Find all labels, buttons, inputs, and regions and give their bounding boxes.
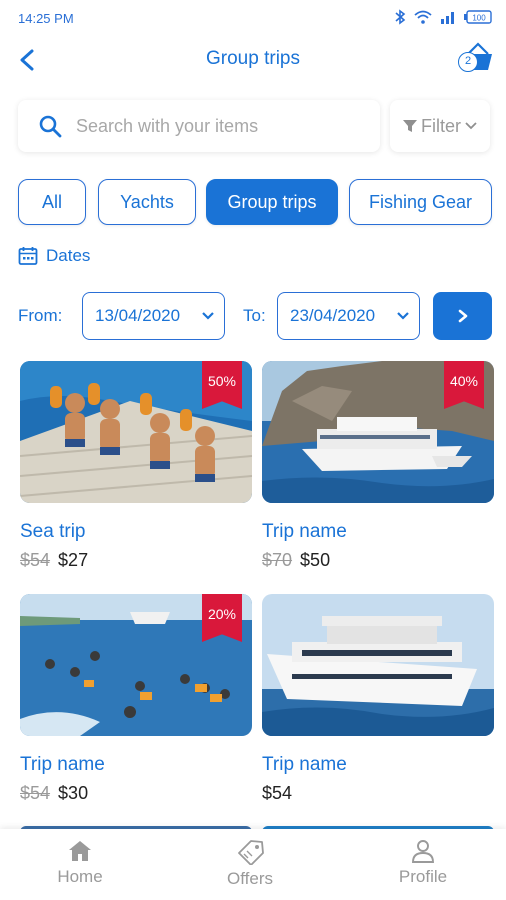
apply-dates-button[interactable] (433, 292, 492, 340)
old-price: $54 (20, 550, 51, 570)
trip-card[interactable]: 20% Trip name $54 $30 (20, 594, 252, 805)
tab-label: Fishing Gear (368, 191, 473, 212)
chevron-down-icon (397, 312, 409, 320)
trip-card[interactable]: 50% Sea trip $54 $27 (20, 361, 252, 572)
cart-count-badge: 2 (458, 52, 478, 72)
search-icon (39, 115, 62, 138)
trip-title: Sea trip (20, 521, 86, 542)
price-row: $54 (262, 783, 494, 805)
trip-image: 50% (20, 361, 252, 503)
from-label: From: (18, 306, 63, 325)
search-box (18, 100, 380, 152)
price-row: $54 $30 (20, 783, 252, 805)
search-input[interactable] (76, 113, 366, 139)
trip-title: Trip name (262, 754, 347, 775)
page-title: Group trips (206, 48, 300, 69)
dates-toggle[interactable]: Dates (18, 246, 90, 266)
offers-tag-icon (238, 840, 264, 865)
price-row: $70 $50 (262, 550, 494, 572)
bottom-navigation: Home Offers Profile (0, 829, 506, 900)
wifi-icon (414, 10, 432, 24)
chevron-down-icon (465, 122, 477, 130)
status-bar: 14:25 PM 100 (0, 0, 506, 36)
chevron-down-icon (202, 312, 214, 320)
nav-label: Offers (227, 869, 273, 888)
current-price: $50 (300, 550, 331, 570)
date-range: From: 13/04/2020 To: 23/04/2020 (18, 292, 492, 340)
signal-icon (441, 12, 454, 24)
filter-button[interactable]: Filter (390, 100, 490, 152)
old-price: $70 (262, 550, 293, 570)
price-row: $54 $27 (20, 550, 252, 572)
dates-label: Dates (46, 246, 91, 265)
cart-button[interactable]: 2 (454, 40, 494, 76)
trip-title: Trip name (262, 521, 347, 542)
trip-image: 40% (262, 361, 494, 503)
status-icons: 100 (394, 9, 492, 25)
status-time: 14:25 PM (18, 11, 74, 26)
tab-all[interactable]: All (18, 179, 86, 225)
current-price: $27 (58, 550, 89, 570)
to-label: To: (243, 306, 266, 325)
nav-label: Profile (398, 867, 448, 886)
filter-icon (403, 120, 417, 132)
battery-icon: 100 (464, 10, 492, 24)
trip-image: 20% (20, 594, 252, 736)
nav-home[interactable]: Home (20, 839, 140, 887)
nav-profile[interactable]: Profile (363, 839, 483, 887)
tab-yachts[interactable]: Yachts (98, 179, 196, 225)
trip-grid: 50% Sea trip $54 $27 40% Trip name $70 $… (0, 361, 506, 829)
app-header: Group trips 2 (0, 36, 506, 84)
home-icon (69, 841, 91, 861)
tab-group-trips[interactable]: Group trips (206, 179, 338, 225)
trip-image (262, 594, 494, 736)
calendar-icon (18, 247, 38, 265)
nav-label: Home (57, 867, 103, 886)
svg-text:100: 100 (472, 14, 486, 23)
tab-label: Yachts (120, 191, 174, 212)
trip-title: Trip name (20, 754, 105, 775)
from-date-select[interactable]: 13/04/2020 (82, 292, 225, 340)
trip-card[interactable]: 40% Trip name $70 $50 (262, 361, 494, 572)
tab-fishing-gear[interactable]: Fishing Gear (349, 179, 492, 225)
current-price: $30 (58, 783, 89, 803)
tab-label: All (41, 191, 62, 212)
tab-label: Group trips (227, 191, 317, 212)
to-date-select[interactable]: 23/04/2020 (277, 292, 420, 340)
trip-card[interactable]: Trip name $54 (262, 594, 494, 805)
to-date-value: 23/04/2020 (290, 306, 376, 325)
chevron-right-icon (458, 309, 467, 323)
nav-offers[interactable]: Offers (190, 839, 310, 889)
profile-icon (412, 840, 434, 863)
bluetooth-icon (395, 9, 406, 25)
current-price: $54 (262, 783, 293, 803)
filter-label: Filter (421, 115, 461, 136)
old-price: $54 (20, 783, 51, 803)
from-date-value: 13/04/2020 (95, 306, 181, 325)
